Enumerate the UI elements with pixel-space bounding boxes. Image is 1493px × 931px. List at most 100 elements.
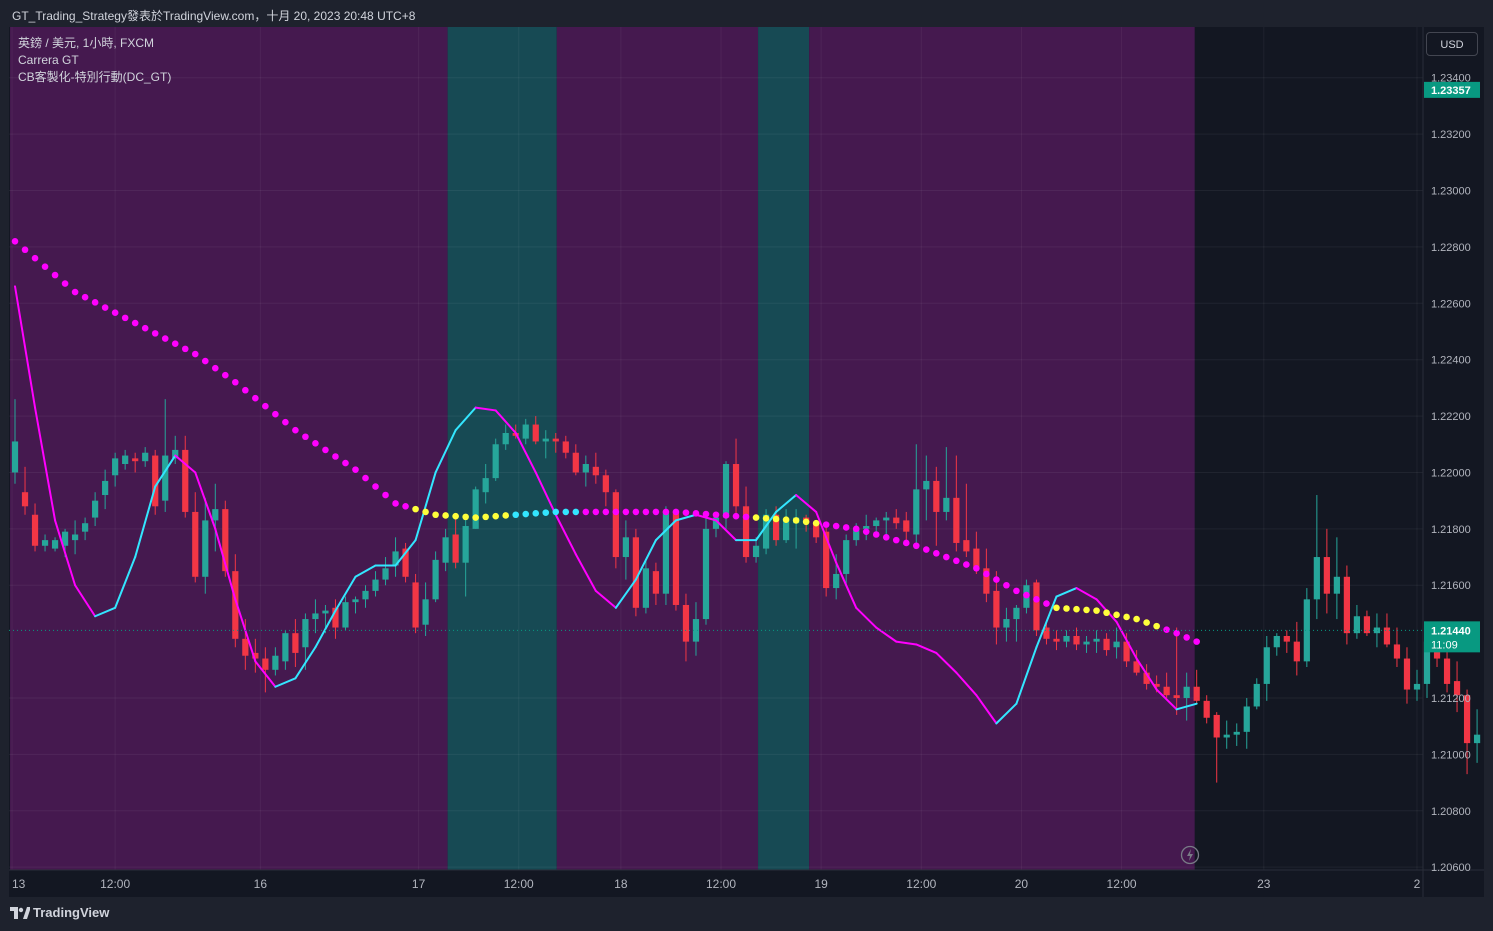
candle-body	[1323, 557, 1330, 594]
trail-dot	[522, 510, 530, 518]
trail-dot	[71, 288, 79, 296]
candle-body	[1083, 641, 1090, 645]
candle-body	[903, 520, 910, 532]
trail-dot	[762, 514, 770, 522]
trail-dot	[922, 546, 930, 553]
trail-dot	[262, 402, 269, 410]
trail-dot	[31, 254, 39, 262]
candle-body	[622, 537, 629, 558]
candle-body	[1063, 635, 1070, 642]
trail-dot	[492, 512, 499, 520]
trail-dot	[933, 549, 940, 557]
trail-dot	[91, 299, 99, 306]
footer-brand[interactable]: TradingView	[33, 905, 109, 920]
chart-area[interactable]: 1.23400 1.23200 1.23000 1.22800 1.22600 1.224…	[9, 27, 1484, 897]
candle-body	[472, 489, 479, 529]
trail-dot	[1013, 587, 1020, 595]
candle-body	[92, 500, 99, 518]
x-tick-label: 2	[1414, 877, 1421, 891]
candle-body	[242, 638, 249, 656]
trail-dot	[612, 508, 620, 516]
trail-dot	[852, 525, 860, 533]
trail-dot	[352, 466, 359, 473]
candle-body	[272, 655, 279, 670]
trail-dot	[322, 446, 329, 454]
candle-body	[1113, 641, 1120, 648]
trail-dot	[582, 508, 590, 516]
y-tick-label: 1.20600	[1431, 862, 1471, 874]
trail-dot	[652, 508, 660, 516]
trail-dot	[892, 536, 900, 544]
candle-body	[41, 540, 49, 546]
y-tick-label: 1.21600	[1431, 580, 1471, 592]
currency-button[interactable]: USD	[1426, 32, 1478, 56]
trail-dot	[61, 280, 69, 287]
header-bar: GT_Trading_Strategy發表於TradingView.com，十月…	[0, 0, 1493, 27]
candle-body	[632, 537, 639, 608]
candle-body	[11, 441, 19, 473]
candle-body	[112, 458, 119, 476]
legend-symbol[interactable]: 英鎊 / 美元, 1小時, FXCM	[18, 35, 171, 52]
trail-dot	[292, 426, 299, 434]
trail-dot	[272, 410, 279, 418]
trail-dot	[812, 519, 820, 527]
candle-body	[1233, 731, 1240, 735]
candle-body	[752, 545, 760, 558]
candle-body	[702, 528, 710, 620]
candle-body	[142, 452, 149, 462]
trail-dot	[1103, 609, 1110, 617]
trail-dot	[181, 345, 189, 353]
x-tick-label: 13	[12, 877, 26, 891]
candle-body	[1103, 638, 1110, 651]
trail-dot	[973, 565, 980, 572]
candle-body	[943, 497, 950, 512]
trail-dot	[11, 237, 19, 245]
legend-indicator-carrera[interactable]: Carrera GT	[18, 52, 171, 69]
candle-body	[732, 464, 740, 507]
header-title: GT_Trading_Strategy發表於TradingView.com，十月…	[12, 9, 416, 23]
trail-dot	[191, 350, 199, 358]
flash-icon[interactable]	[1180, 845, 1200, 865]
trail-dot	[372, 483, 379, 490]
x-tick-label: 17	[412, 877, 426, 891]
trail-dot	[392, 500, 399, 507]
candle-body	[582, 464, 589, 473]
candle-body	[1243, 706, 1250, 732]
candle-body	[322, 610, 329, 614]
x-tick-label: 12:00	[100, 877, 130, 891]
candle-body	[282, 633, 289, 662]
candle-body	[1253, 683, 1260, 707]
footer-bar: TradingView	[0, 897, 1493, 931]
trail-dot	[752, 514, 760, 521]
legend-indicator-cb[interactable]: CB客製化-特別行動(DC_GT)	[18, 69, 171, 86]
candle-body	[82, 523, 89, 532]
trail-dot	[993, 576, 1000, 583]
candle-body	[1373, 627, 1381, 634]
candle-body	[1073, 635, 1080, 645]
candle-body	[102, 480, 109, 496]
trail-dot	[822, 521, 830, 528]
candle-body	[1273, 635, 1280, 648]
trail-dot	[81, 293, 89, 301]
trail-dot	[912, 542, 920, 550]
zone-purple-0	[10, 27, 448, 870]
candle-body	[642, 568, 650, 608]
chart-svg[interactable]: 1.234001.232001.230001.228001.226001.224…	[9, 27, 1484, 897]
tradingview-logo-icon[interactable]	[10, 907, 30, 919]
trail-dot	[1113, 611, 1120, 619]
trail-dot	[502, 512, 510, 519]
candle-body	[843, 540, 850, 574]
trail-dot	[722, 512, 730, 519]
trail-dot	[1153, 622, 1160, 630]
candle-body	[31, 514, 39, 546]
x-tick-label: 16	[254, 877, 268, 891]
x-tick-label: 20	[1015, 877, 1029, 891]
candle-body	[1333, 576, 1340, 594]
candle-body	[893, 517, 900, 524]
candle-body	[682, 604, 690, 642]
trail-dot	[1043, 600, 1050, 607]
candle-body	[422, 599, 429, 625]
trail-dot	[832, 522, 840, 530]
trail-dot	[432, 511, 439, 519]
candle-body	[1203, 700, 1210, 718]
